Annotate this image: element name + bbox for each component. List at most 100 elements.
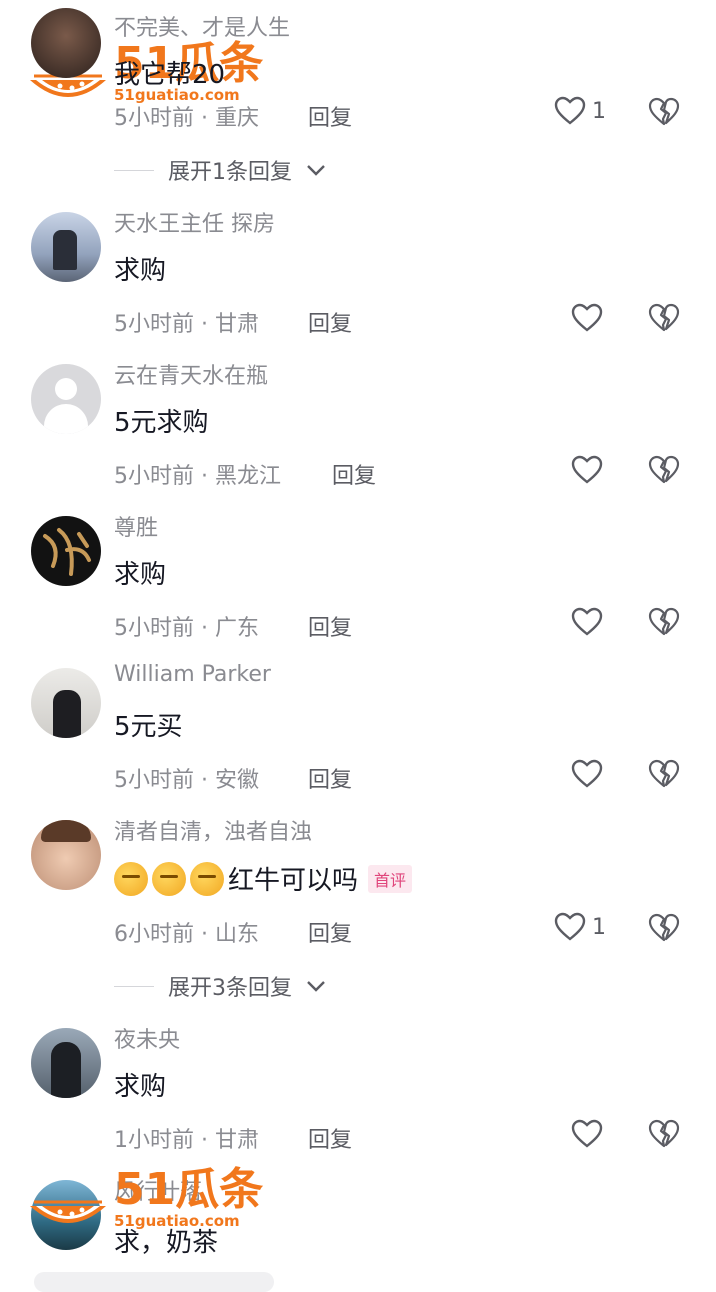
- first-comment-badge: 首评: [368, 864, 413, 893]
- dislike-button[interactable]: [648, 607, 680, 641]
- broken-heart-icon: [648, 913, 680, 942]
- meta-separator: ·: [194, 106, 215, 131]
- comment-text: 求购: [114, 560, 167, 590]
- heart-icon: [554, 912, 586, 941]
- dislike-button[interactable]: [648, 759, 680, 793]
- comment-author[interactable]: 不完美、才是人生: [114, 10, 290, 42]
- dislike-button[interactable]: [648, 1119, 680, 1153]
- broken-heart-icon: [648, 303, 680, 332]
- broken-heart-icon: [648, 1119, 680, 1148]
- comment-meta: 5小时前 · 黑龙江: [114, 458, 281, 490]
- thinking-emoji-icon: [114, 861, 148, 896]
- like-button[interactable]: 1: [554, 912, 606, 942]
- reply-button[interactable]: 回复: [308, 1122, 352, 1154]
- meta-separator: ·: [194, 1128, 215, 1153]
- comment-location: 黑龙江: [214, 464, 281, 489]
- comment-meta: 5小时前 · 甘肃: [114, 306, 259, 338]
- watermark-brand: 51瓜条: [114, 1164, 264, 1215]
- dislike-button[interactable]: [648, 97, 680, 131]
- comment-time: 5小时前: [114, 464, 194, 489]
- comment-location: 重庆: [214, 106, 259, 131]
- avatar[interactable]: [31, 1028, 101, 1098]
- heart-icon: [571, 1119, 603, 1148]
- heart-icon: [554, 96, 586, 125]
- reply-button[interactable]: 回复: [308, 100, 352, 132]
- comment-author[interactable]: 云在青天水在瓶: [114, 358, 268, 390]
- comment-time: 5小时前: [114, 616, 194, 641]
- reply-button[interactable]: 回复: [308, 916, 352, 948]
- avatar[interactable]: [31, 668, 101, 738]
- dislike-button[interactable]: [648, 455, 680, 489]
- like-button[interactable]: [571, 1119, 603, 1149]
- like-count: 1: [592, 914, 606, 940]
- avatar[interactable]: [31, 212, 101, 282]
- reply-button[interactable]: 回复: [308, 306, 352, 338]
- thinking-emoji-icon: [190, 861, 224, 896]
- comment-author[interactable]: 天水王主任 探房: [114, 206, 275, 238]
- reply-button[interactable]: 回复: [308, 610, 352, 642]
- like-button[interactable]: 1: [554, 96, 606, 126]
- heart-icon: [571, 759, 603, 788]
- expand-divider: [114, 985, 154, 987]
- comment-author[interactable]: 清者自清，浊者自浊: [114, 814, 312, 846]
- chevron-down-icon: [307, 981, 325, 992]
- expand-replies-button[interactable]: 展开3条回复: [114, 970, 326, 1002]
- comment-text: 红牛可以吗 首评: [114, 860, 413, 897]
- like-button[interactable]: [571, 303, 603, 333]
- avatar-figure: [53, 230, 77, 270]
- comment-time: 5小时前: [114, 312, 194, 337]
- heart-icon: [571, 303, 603, 332]
- default-avatar-head: [55, 378, 77, 400]
- broken-heart-icon: [648, 759, 680, 788]
- broken-heart-icon: [648, 455, 680, 484]
- avatar[interactable]: [31, 8, 101, 78]
- comment-text: 求购: [114, 1072, 167, 1102]
- reply-button[interactable]: 回复: [332, 458, 376, 490]
- heart-icon: [571, 455, 603, 484]
- comment-location: 甘肃: [214, 312, 259, 337]
- avatar-figure: [53, 690, 81, 738]
- like-count: 1: [592, 98, 606, 124]
- expand-replies-button[interactable]: 展开1条回复: [114, 154, 326, 186]
- calligraphy-avatar-icon: [43, 528, 91, 576]
- comment-author[interactable]: William Parker: [114, 662, 271, 687]
- comment-author[interactable]: 夜未央: [114, 1022, 180, 1054]
- comment-meta: 1小时前 · 甘肃: [114, 1122, 259, 1154]
- watermelon-logo-icon: [30, 1200, 106, 1223]
- dislike-button[interactable]: [648, 303, 680, 337]
- expand-replies-label: 展开1条回复: [168, 160, 292, 185]
- default-avatar-body: [44, 404, 88, 434]
- chevron-down-icon: [307, 165, 325, 176]
- avatar[interactable]: [31, 364, 101, 434]
- comment-time: 5小时前: [114, 106, 194, 131]
- like-button[interactable]: [571, 759, 603, 789]
- comment-input-field[interactable]: [34, 1272, 274, 1292]
- meta-separator: ·: [194, 616, 215, 641]
- avatar[interactable]: [31, 820, 101, 890]
- expand-divider: [114, 169, 154, 171]
- watermark-bottom: 51瓜条 51guatiao.com: [26, 1168, 263, 1230]
- expand-replies-label: 展开3条回复: [168, 976, 292, 1001]
- broken-heart-icon: [648, 607, 680, 636]
- comment-time: 5小时前: [114, 768, 194, 793]
- comment-location: 甘肃: [214, 1128, 259, 1153]
- meta-separator: ·: [194, 922, 215, 947]
- comment-location: 广东: [214, 616, 259, 641]
- dislike-button[interactable]: [648, 913, 680, 947]
- meta-separator: ·: [194, 464, 215, 489]
- comment-text: 5元求购: [114, 408, 209, 438]
- like-button[interactable]: [571, 455, 603, 485]
- comment-text-body: 红牛可以吗: [228, 866, 359, 896]
- comment-time: 6小时前: [114, 922, 194, 947]
- comment-location: 安徽: [214, 768, 259, 793]
- comment-meta: 6小时前 · 山东: [114, 916, 259, 948]
- comment-meta: 5小时前 · 安徽: [114, 762, 259, 794]
- meta-separator: ·: [194, 312, 215, 337]
- comment-author[interactable]: 尊胜: [114, 510, 158, 542]
- like-button[interactable]: [571, 607, 603, 637]
- reply-button[interactable]: 回复: [308, 762, 352, 794]
- avatar-silhouette: [51, 1042, 81, 1098]
- broken-heart-icon: [648, 97, 680, 126]
- avatar[interactable]: [31, 516, 101, 586]
- thinking-emoji-icon: [152, 861, 186, 896]
